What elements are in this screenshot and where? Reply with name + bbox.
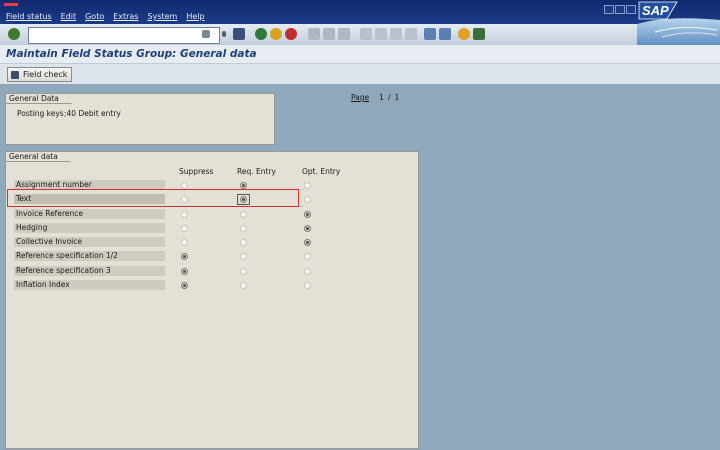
menu-edit[interactable]: Edit: [61, 12, 77, 21]
page-current: 1: [379, 93, 384, 102]
enter-icon[interactable]: [8, 28, 20, 40]
radio-suppress[interactable]: [181, 211, 188, 218]
title-bar: Maintain Field Status Group: General dat…: [0, 45, 720, 64]
column-header-opt-entry: Opt. Entry: [302, 167, 341, 176]
posting-keys-value: ;40 Debit entry: [64, 109, 121, 118]
find-next-icon[interactable]: [338, 28, 350, 40]
maximize-icon[interactable]: [615, 5, 625, 14]
column-header-suppress: Suppress: [179, 167, 214, 176]
field-label-invoice-reference: Invoice Reference: [14, 209, 165, 219]
radio-suppress[interactable]: [181, 225, 188, 232]
help-icon[interactable]: [458, 28, 470, 40]
save-icon[interactable]: [233, 28, 245, 40]
page-indicator: Page 1 / 1: [351, 93, 399, 102]
text-row-highlight: [7, 189, 299, 207]
next-page-icon[interactable]: [390, 28, 402, 40]
radio-suppress[interactable]: [181, 268, 188, 275]
sap-logo-text: SAP: [642, 3, 669, 18]
radio-suppress[interactable]: [181, 253, 188, 260]
separator-icon: [222, 31, 226, 37]
radio-req-entry[interactable]: [240, 211, 247, 218]
menu-system[interactable]: System: [148, 12, 178, 21]
application-toolbar: Field check: [0, 64, 720, 84]
field-label-reference-specification-1-2: Reference specification 1/2: [14, 251, 165, 261]
cancel-icon[interactable]: [285, 28, 297, 40]
menu-goto[interactable]: Goto: [85, 12, 104, 21]
exit-icon[interactable]: [270, 28, 282, 40]
general-data-group: General Data Posting keys ;40 Debit entr…: [5, 93, 275, 145]
sap-logo: SAP: [637, 0, 720, 45]
work-area: General Data Posting keys ;40 Debit entr…: [0, 84, 720, 450]
shortcut-icon[interactable]: [439, 28, 451, 40]
radio-opt-entry[interactable]: [304, 268, 311, 275]
new-session-icon[interactable]: [424, 28, 436, 40]
field-label-hedging: Hedging: [14, 223, 165, 233]
previous-page-icon[interactable]: [375, 28, 387, 40]
first-page-icon[interactable]: [360, 28, 372, 40]
general-data-tab: General Data: [5, 93, 72, 104]
radio-opt-entry[interactable]: [304, 253, 311, 260]
radio-opt-entry[interactable]: [304, 211, 311, 218]
find-icon[interactable]: [323, 28, 335, 40]
radio-req-entry[interactable]: [240, 239, 247, 246]
field-label-inflation-index: Inflation Index: [14, 280, 165, 290]
field-label-reference-specification-3: Reference specification 3: [14, 266, 165, 276]
minimize-icon[interactable]: [604, 5, 614, 14]
radio-req-entry[interactable]: [240, 268, 247, 275]
sap-menu-icon[interactable]: [4, 3, 18, 6]
field-check-icon: [11, 70, 19, 79]
column-header-req-entry: Req. Entry: [237, 167, 276, 176]
page-total: 1: [394, 93, 400, 102]
radio-suppress[interactable]: [181, 282, 188, 289]
posting-keys-label: Posting keys: [17, 109, 64, 118]
command-field[interactable]: [28, 27, 220, 44]
radio-opt-entry[interactable]: [304, 225, 311, 232]
radio-opt-entry[interactable]: [304, 239, 311, 246]
radio-opt-entry[interactable]: [304, 282, 311, 289]
page-separator: /: [387, 93, 391, 102]
menu-items: Field status Edit Goto Extras System Hel…: [6, 12, 205, 21]
radio-req-entry[interactable]: [240, 282, 247, 289]
radio-req-entry[interactable]: [240, 253, 247, 260]
field-status-group: General data Suppress Req. Entry Opt. En…: [5, 151, 419, 449]
page-label: Page: [351, 93, 370, 102]
radio-suppress[interactable]: [181, 182, 188, 189]
menu-extras[interactable]: Extras: [113, 12, 138, 21]
field-label-collective-invoice: Collective Invoice: [14, 237, 165, 247]
radio-req-entry[interactable]: [240, 182, 247, 189]
command-history-icon[interactable]: [202, 30, 210, 38]
menu-bar: Field status Edit Goto Extras System Hel…: [0, 0, 720, 24]
close-icon[interactable]: [626, 5, 636, 14]
print-icon[interactable]: [308, 28, 320, 40]
back-icon[interactable]: [255, 28, 267, 40]
page-title: Maintain Field Status Group: General dat…: [6, 48, 257, 60]
radio-opt-entry[interactable]: [304, 182, 311, 189]
menu-field-status[interactable]: Field status: [6, 12, 52, 21]
field-check-button[interactable]: Field check: [7, 67, 73, 82]
field-check-label: Field check: [23, 70, 68, 79]
last-page-icon[interactable]: [405, 28, 417, 40]
layout-icon[interactable]: [473, 28, 485, 40]
radio-suppress[interactable]: [181, 239, 188, 246]
radio-opt-entry[interactable]: [304, 196, 311, 203]
radio-req-entry[interactable]: [240, 225, 247, 232]
general-data-tab-2: General data: [5, 151, 71, 162]
menu-help[interactable]: Help: [186, 12, 204, 21]
standard-toolbar: [0, 24, 720, 46]
